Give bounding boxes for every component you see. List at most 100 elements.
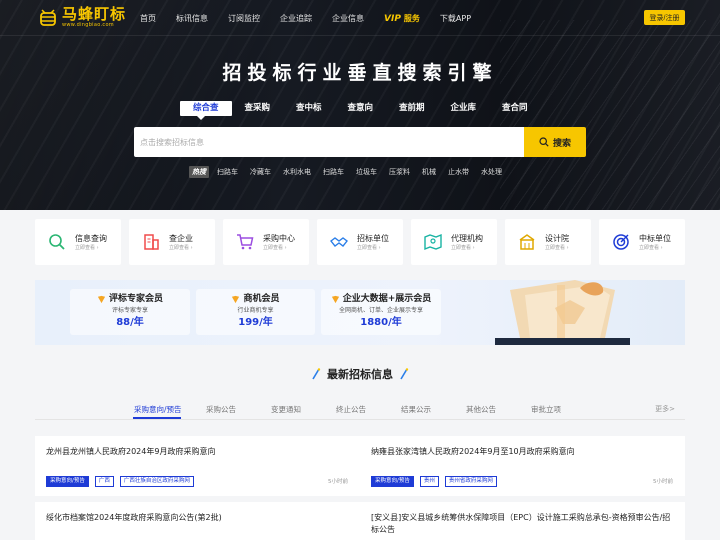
category-title: 信息查询: [75, 233, 107, 243]
vip-shield-icon: [232, 295, 240, 304]
tab-change-notice[interactable]: 变更通知: [271, 404, 301, 415]
category-link: 立即查看 ›: [639, 244, 663, 251]
category-title: 中标单位: [639, 233, 671, 243]
news-item[interactable]: 龙州县龙州镇人民政府2024年9月政府采购意向 采购意向/预告 广西 广西壮族自…: [35, 436, 360, 496]
hot-keyword[interactable]: 垃圾车: [356, 167, 377, 177]
nav-company-track[interactable]: 企业追踪: [280, 13, 312, 24]
search-icon: [49, 234, 65, 250]
tab-preliminary[interactable]: 查前期: [386, 101, 438, 116]
tab-company-db[interactable]: 企业库: [438, 101, 490, 116]
bee-logo-icon: [40, 9, 56, 26]
tab-procurement[interactable]: 查采购: [232, 101, 284, 116]
news-time: 5小时前: [653, 479, 673, 485]
nav-company-info[interactable]: 企业信息: [332, 13, 364, 24]
login-register-button[interactable]: 登录/注册: [644, 10, 685, 25]
category-title: 设计院: [545, 233, 569, 243]
more-link[interactable]: 更多>: [655, 404, 675, 414]
category-link: 立即查看 ›: [75, 244, 99, 251]
search-button[interactable]: 搜索: [524, 127, 586, 157]
category-agency[interactable]: 代理机构 立即查看 ›: [411, 219, 497, 265]
news-item[interactable]: 纳雍县张家湾镇人民政府2024年9月至10月政府采购意向 采购意向/预告 贵州 …: [360, 436, 685, 496]
vip-price: 199/年: [238, 317, 273, 328]
hot-keyword[interactable]: 压浆料: [389, 167, 410, 177]
news-item-title[interactable]: 龙州县龙州镇人民政府2024年9月政府采购意向: [46, 446, 350, 458]
sparkle-icon: [312, 368, 321, 380]
search-button-label: 搜索: [552, 137, 571, 148]
category-info-query[interactable]: 信息查询 立即查看 ›: [35, 219, 121, 265]
search-icon: [539, 137, 549, 147]
category-winner[interactable]: 中标单位 立即查看 ›: [599, 219, 685, 265]
news-item-title[interactable]: 纳雍县张家湾镇人民政府2024年9月至10月政府采购意向: [371, 446, 675, 458]
category-procurement-center[interactable]: 采购中心 立即查看 ›: [223, 219, 309, 265]
vip-title: 企业大数据+展示会员: [342, 294, 432, 304]
tab-termination-notice[interactable]: 终止公告: [336, 404, 366, 415]
tab-intention-notice[interactable]: 采购意向/预告: [134, 404, 182, 415]
tab-result-notice[interactable]: 结果公示: [401, 404, 431, 415]
nav-bid-info[interactable]: 标讯信息: [176, 13, 208, 24]
gift-box-illustration: [495, 280, 630, 345]
search-bar: 搜索: [134, 127, 586, 157]
tab-comprehensive[interactable]: 综合查: [180, 101, 232, 116]
news-tabs: 采购意向/预告 采购公告 变更通知 终止公告 结果公示 其他公告 审批立项 更多…: [35, 400, 685, 420]
active-tab-caret: [197, 116, 205, 120]
search-type-tabs: 综合查 查采购 查中标 查意向 查前期 企业库 查合同: [180, 101, 541, 116]
category-bidder[interactable]: 招标单位 立即查看 ›: [317, 219, 403, 265]
region-tag: 贵州: [419, 476, 439, 487]
hot-keyword[interactable]: 止水带: [448, 167, 469, 177]
tab-intention[interactable]: 查意向: [335, 101, 387, 116]
category-title: 代理机构: [451, 233, 483, 243]
news-item[interactable]: [安义县]安义县城乡统筹供水保障项目（EPC）设计施工采购总承包-资格预审公告/…: [360, 502, 685, 540]
vip-desc: 全网商机、订单、企业展示专享: [338, 307, 423, 314]
news-row: 龙州县龙州镇人民政府2024年9月政府采购意向 采购意向/预告 广西 广西壮族自…: [35, 436, 685, 496]
region-tag: 广西: [94, 476, 114, 487]
tab-procurement-notice[interactable]: 采购公告: [206, 404, 236, 415]
hot-search-tag: 热搜: [189, 166, 209, 178]
category-cards: 信息查询 立即查看 › 查企业 立即查看 › 采购中心 立即查看 › 招标单位 立即查看…: [35, 219, 685, 265]
vip-title: 评标专家会员: [108, 294, 163, 304]
vip-desc: 评标专家专享: [111, 307, 148, 314]
nav-subscribe[interactable]: 订阅监控: [228, 13, 260, 24]
vip-desc: 行业商机专享: [237, 307, 274, 314]
news-item[interactable]: 绥化市档案馆2024年度政府采购意向公告(第2批): [35, 502, 360, 540]
tab-approval[interactable]: 审批立项: [531, 404, 561, 415]
news-item-title[interactable]: [安义县]安义县城乡统筹供水保障项目（EPC）设计施工采购总承包-资格预审公告/…: [371, 512, 675, 536]
hot-keyword[interactable]: 机械: [422, 167, 436, 177]
top-navbar: 马蜂盯标 www.dingbiao.com 首页 标讯信息 订阅监控 企业追踪 …: [0, 0, 720, 36]
tab-award[interactable]: 查中标: [283, 101, 335, 116]
category-design-institute[interactable]: 设计院 立即查看 ›: [505, 219, 591, 265]
source-tag: 广西壮族自治区政府采购网: [119, 476, 194, 487]
category-company[interactable]: 查企业 立即查看 ›: [129, 219, 215, 265]
hot-keyword[interactable]: 水利水电: [283, 167, 311, 177]
vip-card-business[interactable]: 商机会员 行业商机专享 199/年: [196, 289, 315, 335]
news-row: 绥化市档案馆2024年度政府采购意向公告(第2批) [安义县]安义县城乡统筹供水…: [35, 502, 685, 540]
logo-title: 马蜂盯标: [62, 5, 127, 23]
hot-keyword[interactable]: 扫路车: [323, 167, 344, 177]
news-item-title[interactable]: 绥化市档案馆2024年度政府采购意向公告(第2批): [46, 512, 350, 524]
search-input[interactable]: [134, 127, 524, 157]
handshake-icon: [330, 237, 348, 247]
vip-membership-banner: 评标专家会员 评标专家专享 88/年 商机会员 行业商机专享 199/年 企业大…: [35, 280, 685, 345]
nav-vip-service[interactable]: VIP 服务: [384, 13, 420, 24]
hot-keywords: 热搜 扫路车 冷藏车 水利水电 扫路车 垃圾车 压浆料 机械 止水带 水处理: [189, 166, 514, 178]
type-tag: 采购意向/预告: [46, 476, 89, 487]
news-list: 龙州县龙州镇人民政府2024年9月政府采购意向 采购意向/预告 广西 广西壮族自…: [35, 436, 685, 540]
vip-card-expert[interactable]: 评标专家会员 评标专家专享 88/年: [70, 289, 190, 335]
source-tag: 贵州省政府采购网: [444, 476, 497, 487]
hot-keyword[interactable]: 扫路车: [217, 167, 238, 177]
hot-keyword[interactable]: 水处理: [481, 167, 502, 177]
category-link: 立即查看 ›: [451, 244, 475, 251]
vip-card-enterprise[interactable]: 企业大数据+展示会员 全网商机、订单、企业展示专享 1880/年: [321, 289, 441, 335]
nav-download-app[interactable]: 下载APP: [440, 13, 471, 24]
logo[interactable]: 马蜂盯标 www.dingbiao.com: [38, 6, 126, 28]
cart-icon: [237, 234, 254, 250]
nav-home[interactable]: 首页: [140, 13, 156, 24]
tab-contract[interactable]: 查合同: [489, 101, 541, 116]
category-link: 立即查看 ›: [263, 244, 287, 251]
category-link: 立即查看 ›: [545, 244, 569, 251]
category-title: 采购中心: [263, 233, 295, 243]
vip-service-label: 服务: [403, 13, 420, 23]
hot-keyword[interactable]: 冷藏车: [250, 167, 271, 177]
hero-slogan: 招投标行业垂直搜索引擎: [222, 62, 498, 84]
tab-other-notice[interactable]: 其他公告: [466, 404, 496, 415]
institute-icon: [519, 234, 535, 250]
